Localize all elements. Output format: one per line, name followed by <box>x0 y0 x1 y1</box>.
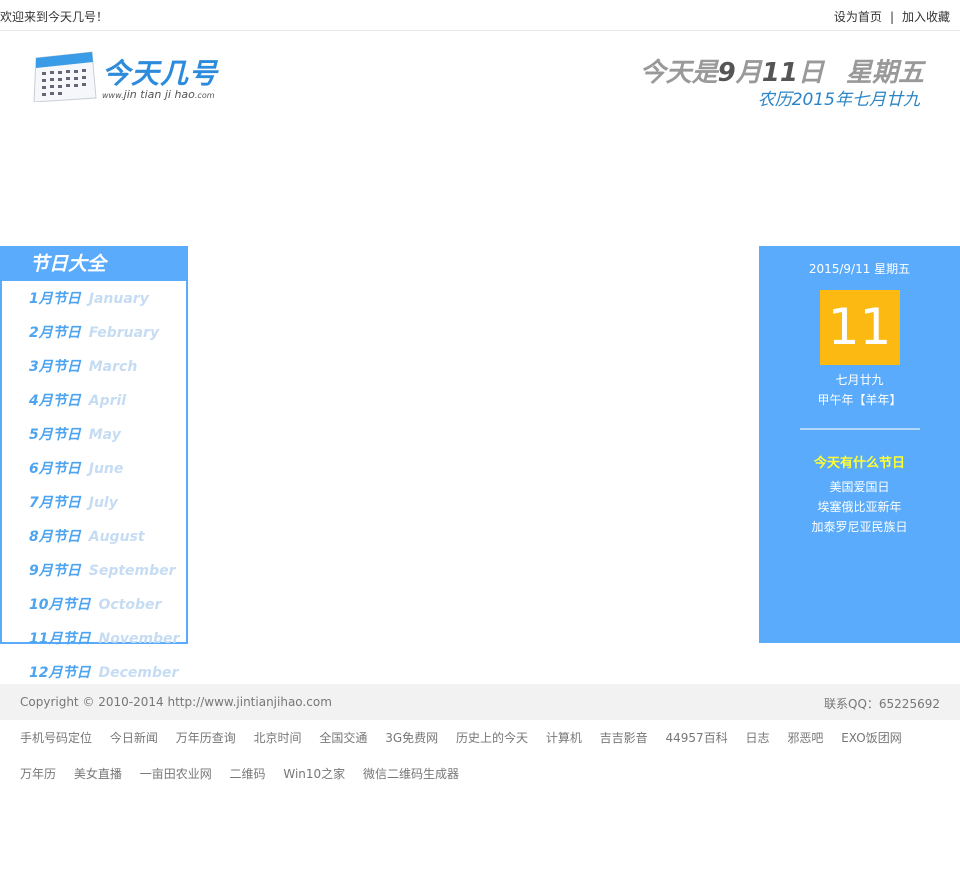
month-cn-label: 8月节日 <box>29 529 81 545</box>
card-date: 2015/9/11 星期五 <box>808 262 911 276</box>
card-day-number: 11 <box>819 290 900 365</box>
festival-title: 节日大全 <box>2 248 186 281</box>
festival-month-item[interactable]: 6月节日 June <box>2 451 302 485</box>
today-month-unit: 月 <box>735 58 762 88</box>
month-cn-label: 4月节日 <box>29 393 81 409</box>
month-en-label: March <box>88 359 138 375</box>
welcome-text: 欢迎来到今天几号！ <box>0 10 109 24</box>
add-bookmark-link[interactable]: 加入收藏 <box>902 10 950 24</box>
top-links: 设为首页 | 加入收藏 <box>834 8 950 25</box>
friend-link[interactable]: 手机号码定位 <box>20 731 92 745</box>
copyright-text: Copyright © 2010-2014 http://www.jintian… <box>20 695 332 709</box>
friend-link[interactable]: 邪恶吧 <box>787 731 823 745</box>
card-lunar: 七月廿九 甲午年【羊年】 <box>759 370 960 410</box>
month-cn-label: 2月节日 <box>29 325 81 341</box>
set-homepage-link[interactable]: 设为首页 <box>834 10 882 24</box>
card-festival-title: 今天有什么节日 <box>813 456 905 471</box>
month-cn-label: 7月节日 <box>29 495 81 511</box>
card-ganzhi: 甲午年【羊年】 <box>817 393 902 407</box>
calendar-icon <box>33 51 97 102</box>
card-festival-item[interactable]: 美国爱国日 <box>759 477 960 497</box>
festival-month-item[interactable]: 11月节日 November <box>2 621 302 655</box>
month-cn-label: 5月节日 <box>29 427 81 443</box>
friend-link[interactable]: 全国交通 <box>319 731 367 745</box>
month-cn-label: 6月节日 <box>29 461 81 477</box>
friend-link[interactable]: 二维码 <box>230 767 266 781</box>
friend-link[interactable]: 今日新闻 <box>110 731 158 745</box>
contact-qq: 联系QQ：65225692 <box>824 697 940 711</box>
festival-month-item[interactable]: 7月节日 July <box>2 485 302 519</box>
top-bar: 欢迎来到今天几号！ 设为首页 | 加入收藏 <box>0 0 960 31</box>
friend-links: 手机号码定位 今日新闻 万年历查询 北京时间 全国交通 3G免费网 历史上的今天… <box>20 720 960 792</box>
month-en-label: June <box>88 461 124 477</box>
friend-link[interactable]: 历史上的今天 <box>456 731 528 745</box>
logo-sub-main: jin tian ji hao <box>123 88 195 101</box>
month-en-label: August <box>88 529 145 545</box>
festival-month-list: 1月节日 January 2月节日 February 3月节日 March 4月节日 A… <box>2 281 302 689</box>
friend-link[interactable]: 44957百科 <box>666 731 728 745</box>
today-prefix: 今天是 <box>639 58 718 88</box>
card-lunar-day: 七月廿九 <box>835 373 884 387</box>
festival-month-item[interactable]: 4月节日 April <box>2 383 302 417</box>
friend-link[interactable]: 北京时间 <box>254 731 302 745</box>
card-festival-item[interactable]: 埃塞俄比亚新年 <box>759 497 960 517</box>
today-display: 今天是9月11日 星期五 农历2015年七月廿九 <box>640 52 924 110</box>
month-en-label: February <box>88 325 160 341</box>
site-logo[interactable]: 今天几号 www.jin tian ji hao.com <box>30 50 220 106</box>
friend-link[interactable]: 一亩田农业网 <box>140 767 212 781</box>
logo-subtitle: www.jin tian ji hao.com <box>102 88 215 101</box>
festival-month-item[interactable]: 8月节日 August <box>2 519 302 553</box>
friend-link[interactable]: 微信二维码生成器 <box>363 767 459 781</box>
today-month: 9 <box>717 58 736 88</box>
festival-month-item[interactable]: 2月节日 February <box>2 315 302 349</box>
month-cn-label: 3月节日 <box>29 359 81 375</box>
today-date: 今天是9月11日 星期五 <box>640 52 924 89</box>
today-weekday: 星期五 <box>845 58 924 88</box>
friend-link[interactable]: EXO饭团网 <box>841 731 901 745</box>
today-day: 11 <box>761 58 798 88</box>
month-en-label: April <box>88 393 127 409</box>
footer-bar: Copyright © 2010-2014 http://www.jintian… <box>0 684 960 720</box>
month-en-label: July <box>88 495 118 511</box>
logo-title: 今天几号 <box>102 57 219 90</box>
card-festival-list: 美国爱国日 埃塞俄比亚新年 加泰罗尼亚民族日 <box>759 477 960 537</box>
month-cn-label: 10月节日 <box>29 597 91 613</box>
month-en-label: September <box>88 563 176 579</box>
logo-sub-suffix: .com <box>194 91 215 100</box>
friend-link[interactable]: 万年历查询 <box>176 731 236 745</box>
month-en-label: January <box>88 291 149 307</box>
friend-link[interactable]: Win10之家 <box>283 767 345 781</box>
festival-month-item[interactable]: 5月节日 May <box>2 417 302 451</box>
logo-sub-prefix: www. <box>102 91 124 100</box>
month-cn-label: 11月节日 <box>29 631 91 647</box>
friend-link[interactable]: 日志 <box>746 731 770 745</box>
festival-list-panel: 节日大全 1月节日 January 2月节日 February 3月节日 March … <box>0 246 188 681</box>
card-divider <box>799 428 920 430</box>
friend-link[interactable]: 万年历 <box>20 767 56 781</box>
month-cn-label: 1月节日 <box>29 291 81 307</box>
month-en-label: May <box>88 427 121 443</box>
today-day-unit: 日 <box>797 58 824 88</box>
friend-link[interactable]: 美女直播 <box>74 767 122 781</box>
festival-month-item[interactable]: 9月节日 September <box>2 553 302 587</box>
date-card: 2015/9/11 星期五 11 七月廿九 甲午年【羊年】 今天有什么节日 美国… <box>759 246 960 643</box>
card-festival-item[interactable]: 加泰罗尼亚民族日 <box>759 517 960 537</box>
month-cn-label: 9月节日 <box>29 563 81 579</box>
friend-link[interactable]: 计算机 <box>546 731 582 745</box>
festival-month-item[interactable]: 10月节日 October <box>2 587 302 621</box>
month-cn-label: 12月节日 <box>29 665 91 681</box>
friend-link[interactable]: 吉吉影音 <box>600 731 648 745</box>
festival-month-item[interactable]: 1月节日 January <box>2 281 302 315</box>
month-en-label: October <box>98 597 162 613</box>
festival-month-item[interactable]: 3月节日 March <box>2 349 302 383</box>
month-en-label: November <box>98 631 180 647</box>
friend-link[interactable]: 3G免费网 <box>385 731 438 745</box>
month-en-label: December <box>98 665 179 681</box>
separator: | <box>889 10 894 24</box>
